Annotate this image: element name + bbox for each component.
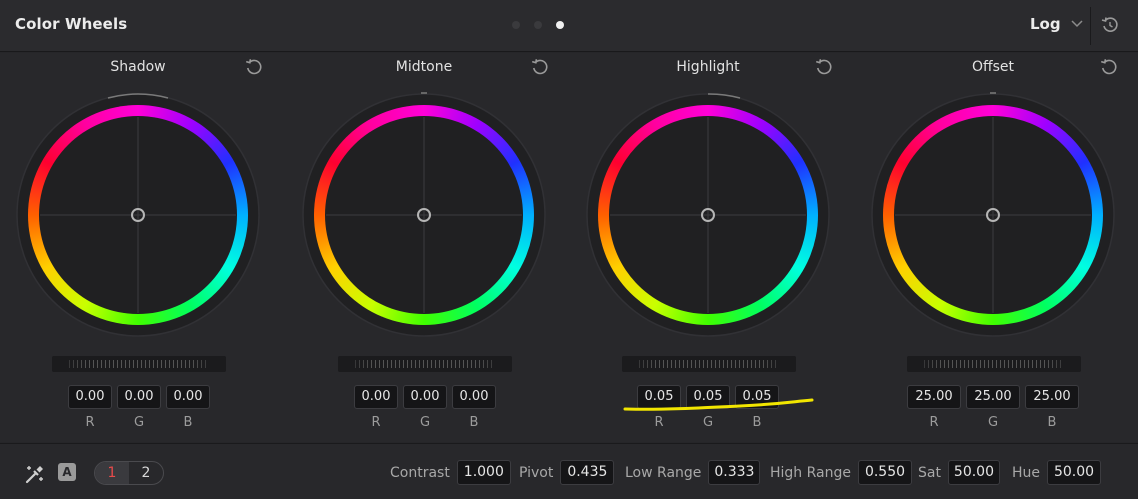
header-divider [1090,7,1091,45]
wheel-shadow: Shadow 0.00 0.00 0.00 R G B [8,53,268,442]
value-b[interactable]: 25.00 [1025,385,1079,409]
sat-label: Sat [918,464,941,481]
param-high-range: High Range 0.550 [770,460,912,485]
value-b[interactable]: 0.00 [452,385,496,409]
rgb-values: 0.00 0.00 0.00 [354,385,496,409]
page-dot-active[interactable] [556,21,564,29]
panel-header: Color Wheels Log [0,0,1138,52]
rgb-labels: R G B [907,415,1079,430]
param-sat: Sat 50.00 [918,460,1000,485]
master-wheel-jog[interactable] [622,356,796,372]
rgb-labels: R G B [68,415,210,430]
page-2-button[interactable]: 2 [129,462,163,484]
contrast-field[interactable]: 1.000 [456,460,511,485]
master-wheel-jog[interactable] [338,356,512,372]
value-r[interactable]: 25.00 [907,385,961,409]
color-wheel[interactable] [578,81,838,351]
param-pivot: Pivot 0.435 [519,460,615,485]
low-range-label: Low Range [625,464,702,481]
adjustment-bar: A 1 2 Contrast 1.000 Pivot 0.435 Low Ran… [0,443,1138,499]
rgb-values: 0.05 0.05 0.05 [637,385,779,409]
wheel-title: Offset [971,59,1015,75]
wheel-offset: Offset 25.00 25.00 25.00 R G B [863,53,1123,442]
low-range-field[interactable]: 0.333 [708,460,761,485]
reset-icon[interactable] [814,57,834,77]
rgb-labels: R G B [354,415,496,430]
wheel-midtone: Midtone 0.00 0.00 0.00 R G B [294,53,554,442]
value-g[interactable]: 0.00 [403,385,447,409]
label-r: R [371,415,381,430]
high-range-field[interactable]: 0.550 [858,460,912,485]
value-r[interactable]: 0.05 [637,385,681,409]
label-b: B [1047,415,1057,430]
color-wheel[interactable] [8,81,268,351]
label-g: G [419,415,431,430]
label-r: R [654,415,664,430]
sat-field[interactable]: 50.00 [947,460,1000,485]
page-1-button[interactable]: 1 [95,462,129,484]
pivot-label: Pivot [519,464,554,481]
label-g: G [133,415,145,430]
panel-title: Color Wheels [15,15,128,33]
value-b[interactable]: 0.00 [166,385,210,409]
page-switcher: 1 2 [94,461,164,485]
reset-all-icon[interactable] [1100,15,1120,35]
param-hue: Hue 50.00 [1012,460,1102,485]
color-wheel[interactable] [863,81,1123,351]
page-dots [512,21,564,29]
hue-label: Hue [1012,464,1041,481]
value-g[interactable]: 25.00 [966,385,1020,409]
rgb-labels: R G B [637,415,779,430]
label-g: G [987,415,999,430]
param-contrast: Contrast 1.000 [390,460,511,485]
page-dot[interactable] [534,21,542,29]
pivot-field[interactable]: 0.435 [560,460,615,485]
rgb-values: 0.00 0.00 0.00 [68,385,210,409]
wheels-area: Shadow 0.00 0.00 0.00 R G B Midtone 0.00… [0,53,1138,442]
label-r: R [929,415,939,430]
mode-label: Log [1030,15,1061,33]
reset-icon[interactable] [530,57,550,77]
label-g: G [702,415,714,430]
value-b[interactable]: 0.05 [735,385,779,409]
reset-icon[interactable] [244,57,264,77]
wheel-title: Midtone [395,59,453,75]
label-b: B [469,415,479,430]
wheel-highlight: Highlight 0.05 0.05 0.05 R G B [578,53,838,442]
high-range-label: High Range [770,464,851,481]
wheel-title: Highlight [676,59,740,75]
hue-field[interactable]: 50.00 [1047,460,1102,485]
color-wheel[interactable] [294,81,554,351]
value-g[interactable]: 0.05 [686,385,730,409]
wheel-title: Shadow [110,59,166,75]
reset-icon[interactable] [1099,57,1119,77]
value-r[interactable]: 0.00 [68,385,112,409]
value-r[interactable]: 0.00 [354,385,398,409]
color-wheels-panel: Color Wheels Log Shadow 0.00 0.00 0.00 R… [0,0,1138,499]
master-wheel-jog[interactable] [52,356,226,372]
label-b: B [183,415,193,430]
page-dot[interactable] [512,21,520,29]
param-low-range: Low Range 0.333 [625,460,761,485]
value-g[interactable]: 0.00 [117,385,161,409]
color-picker-icon[interactable] [24,463,46,485]
master-wheel-jog[interactable] [907,356,1081,372]
chevron-down-icon [1071,17,1083,31]
contrast-label: Contrast [390,464,450,481]
label-b: B [752,415,762,430]
rgb-values: 25.00 25.00 25.00 [907,385,1079,409]
mode-dropdown[interactable]: Log [1030,15,1083,33]
auto-balance-icon[interactable]: A [58,463,76,481]
label-r: R [85,415,95,430]
